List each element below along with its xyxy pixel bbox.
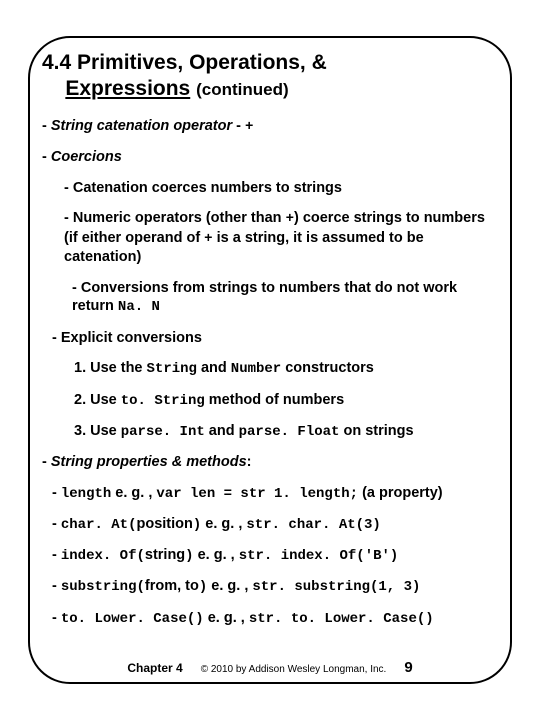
code: to. Lower. Case(): [61, 611, 204, 627]
coercion-sub2: - Numeric operators (other than +) coerc…: [42, 209, 498, 266]
code: substring(: [61, 579, 145, 595]
code: str. char. At(3): [246, 517, 380, 533]
method-charat: - char. At(position) e. g. , str. char. …: [52, 515, 498, 534]
method-length: - length e. g. , var len = str 1. length…: [52, 484, 498, 503]
parsefloat: parse. Float: [239, 424, 340, 440]
slide-footer: Chapter 4 © 2010 by Addison Wesley Longm…: [30, 659, 510, 676]
explicit-item-3: 3. Use parse. Int and parse. Float on st…: [74, 422, 498, 441]
code: str. index. Of('B'): [239, 548, 399, 564]
string-methods-label: String properties & methods: [51, 454, 247, 470]
text: on strings: [339, 423, 413, 439]
text: e. g. ,: [201, 516, 246, 532]
text: and: [205, 423, 239, 439]
footer-chapter: Chapter 4: [127, 661, 182, 675]
code: length: [61, 486, 111, 502]
code: ): [185, 548, 193, 564]
code: str. to. Lower. Case(): [249, 611, 434, 627]
text: e. g. ,: [111, 485, 156, 501]
section-string-methods-head: - String properties & methods:: [42, 453, 498, 472]
string-ctor: String: [147, 361, 197, 377]
code: var len = str 1. length;: [156, 486, 358, 502]
coercion-sub1: - Catenation coerces numbers to strings: [42, 179, 498, 198]
slide-body: - String catenation operator - + - Coerc…: [42, 117, 498, 628]
text: position: [136, 516, 192, 532]
coercions-label: Coercions: [51, 149, 122, 165]
code: ): [199, 579, 207, 595]
text: and: [197, 360, 231, 376]
text: constructors: [281, 360, 374, 376]
section-coercions-head: - Coercions: [42, 148, 498, 167]
text: method of numbers: [205, 392, 344, 408]
plus-op: +: [286, 211, 294, 227]
text: from, to: [145, 578, 199, 594]
plus-op: +: [204, 231, 212, 247]
plus-operator: +: [245, 119, 253, 135]
footer-page-number: 9: [404, 659, 412, 676]
explicit-list: 1. Use the String and Number constructor…: [42, 359, 498, 441]
code: index. Of(: [61, 548, 145, 564]
text: e. g. ,: [207, 578, 252, 594]
tostring-method: to. String: [121, 393, 205, 409]
text: (a property): [358, 485, 443, 501]
explicit-item-2: 2. Use to. String method of numbers: [74, 391, 498, 410]
text: string: [145, 547, 185, 563]
text: - Numeric operators (other than: [64, 210, 286, 226]
number-ctor: Number: [231, 361, 281, 377]
title-line2: Expressions: [65, 77, 190, 100]
nan-text: Na. N: [118, 299, 160, 315]
method-indexof: - index. Of(string) e. g. , str. index. …: [52, 546, 498, 565]
text: e. g. ,: [204, 610, 249, 626]
explicit-item-1: 1. Use the String and Number constructor…: [74, 359, 498, 378]
method-substring: - substring(from, to) e. g. , str. subst…: [52, 577, 498, 596]
text: 3. Use: [74, 423, 121, 439]
text: 2. Use: [74, 392, 121, 408]
catenation-label: String catenation operator: [51, 118, 232, 134]
parseint: parse. Int: [121, 424, 205, 440]
method-tolowercase: - to. Lower. Case() e. g. , str. to. Low…: [52, 609, 498, 628]
slide-title: 4.4 Primitives, Operations, & Expression…: [42, 50, 498, 103]
string-methods-list: - length e. g. , var len = str 1. length…: [42, 484, 498, 628]
code: char. At(: [61, 517, 137, 533]
footer-copyright: © 2010 by Addison Wesley Longman, Inc.: [201, 664, 387, 675]
title-continued: (continued): [196, 80, 289, 99]
section-explicit-head: - Explicit conversions: [42, 329, 498, 348]
text: 1. Use the: [74, 360, 147, 376]
text: e. g. ,: [194, 547, 239, 563]
section-catenation: - String catenation operator - +: [42, 117, 498, 136]
code: str. substring(1, 3): [252, 579, 420, 595]
coercion-sub3: - Conversions from strings to numbers th…: [42, 279, 498, 317]
slide-frame: 4.4 Primitives, Operations, & Expression…: [28, 36, 512, 684]
title-line1: 4.4 Primitives, Operations, &: [42, 51, 327, 74]
